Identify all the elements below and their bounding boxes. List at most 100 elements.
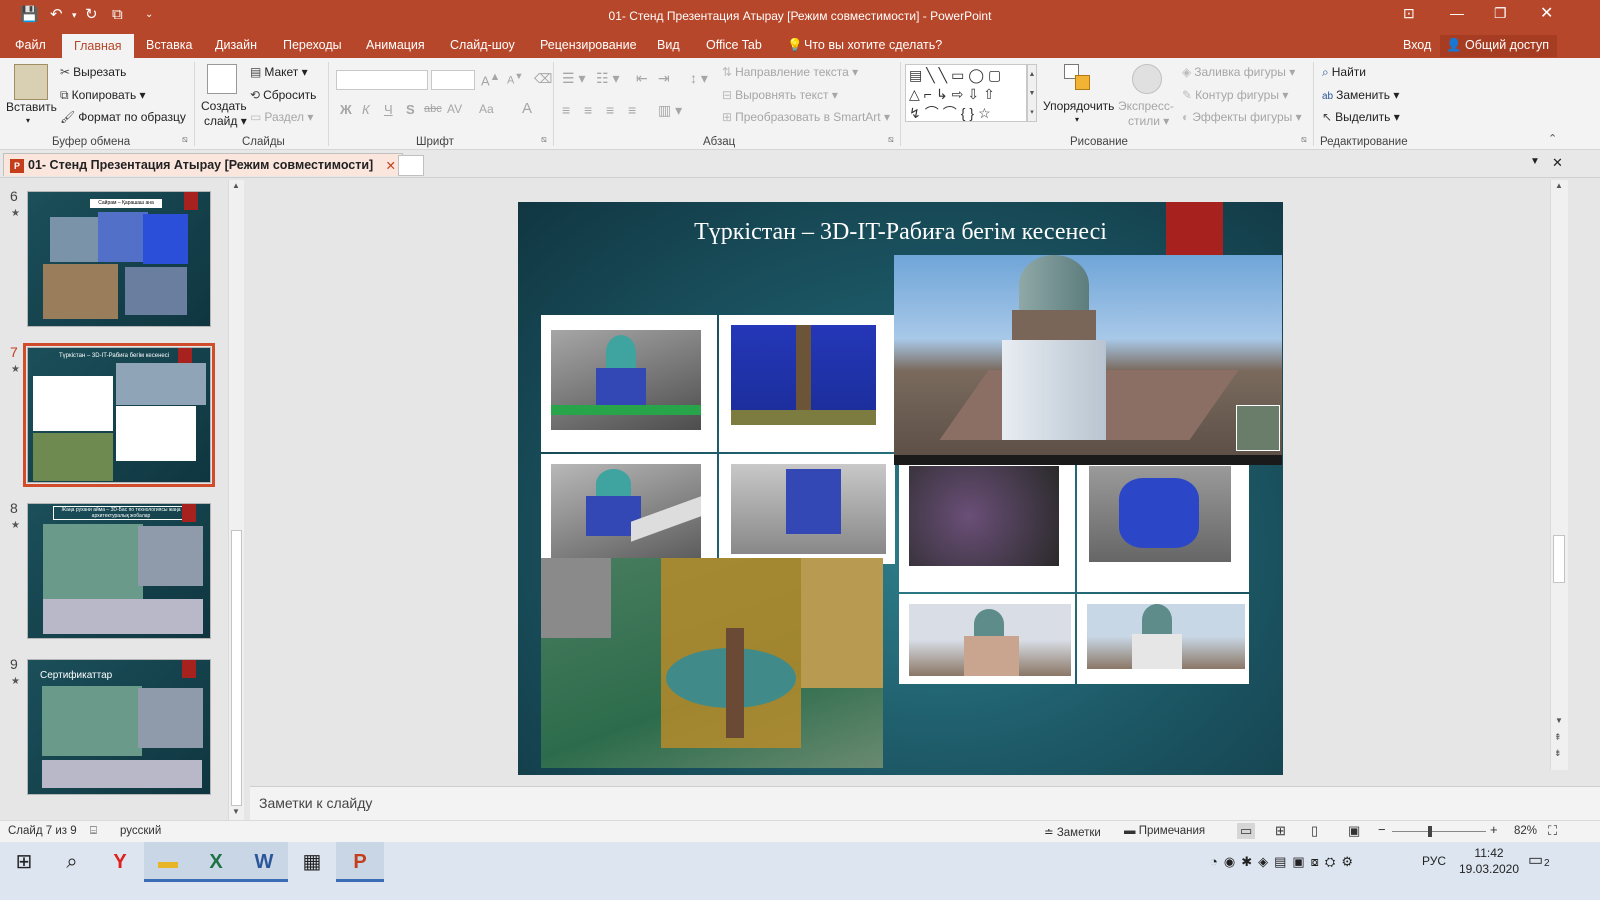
tab-review[interactable]: Рецензирование xyxy=(540,38,637,52)
align-text-button[interactable]: ⊟ Выровнять текст ▾ xyxy=(722,88,838,102)
bold-button[interactable]: Ж xyxy=(340,102,352,117)
thumbnails-scrollbar[interactable]: ▲ ▼ xyxy=(228,180,244,820)
new-slide-button[interactable]: Создать xyxy=(201,99,247,113)
thumbnails-scroll-thumb[interactable] xyxy=(231,530,242,806)
zoom-in-icon[interactable]: + xyxy=(1490,822,1498,837)
format-painter-button[interactable]: 🖌 Формат по образцу xyxy=(60,110,186,124)
excel-icon[interactable]: X xyxy=(192,842,240,882)
collapse-ribbon-icon[interactable]: ⌃ xyxy=(1548,132,1557,145)
new-document-tab[interactable] xyxy=(398,155,424,176)
paste-button[interactable]: Вставить xyxy=(6,100,57,114)
file-explorer-icon[interactable]: ▬ xyxy=(144,842,192,882)
zoom-level[interactable]: 82% xyxy=(1514,825,1537,837)
strikethrough-button[interactable]: abc xyxy=(424,103,442,115)
close-icon[interactable]: ✕ xyxy=(1540,3,1553,23)
font-launcher-icon[interactable]: ⧅ xyxy=(541,134,547,145)
collage-cell[interactable] xyxy=(541,315,717,452)
align-left-icon[interactable]: ≡ xyxy=(562,102,570,118)
tray-icons[interactable]: ◔◉✱◈▤▣⧇⛭⚙ xyxy=(1210,854,1359,870)
shadow-button[interactable]: S xyxy=(406,102,415,117)
shapes-gallery[interactable]: ▤╲╲▭◯▢ △⌐↳⇨⇩⇧ ↯⌒⌒{}☆ xyxy=(905,64,1027,122)
font-color-button[interactable]: A xyxy=(522,100,532,117)
slide-thumbnail-7[interactable]: Түркістан – 3D-IT-Рабиға бегім кесенесі xyxy=(23,343,215,487)
fit-slide-icon[interactable]: ⛶ xyxy=(1548,823,1557,839)
collage-cell[interactable] xyxy=(719,315,895,452)
action-center-icon[interactable]: ▭ xyxy=(1528,850,1543,870)
drawing-launcher-icon[interactable]: ⧅ xyxy=(1301,134,1307,145)
scroll-up-icon[interactable]: ▲ xyxy=(1555,181,1563,190)
text-direction-button[interactable]: ⇅ Направление текста ▾ xyxy=(722,65,858,79)
zoom-out-icon[interactable]: − xyxy=(1378,822,1386,837)
document-tab-close-icon[interactable]: ✕ xyxy=(386,158,396,173)
word-icon[interactable]: W xyxy=(240,842,288,882)
tab-design[interactable]: Дизайн xyxy=(215,38,257,52)
current-slide[interactable]: Түркістан – 3D-IT-Рабиға бегім кесенесі xyxy=(518,202,1283,775)
bullets-icon[interactable]: ☰ ▾ xyxy=(562,70,585,87)
tab-office-tab[interactable]: Office Tab xyxy=(706,38,762,52)
cad-model-image[interactable] xyxy=(541,558,883,768)
tab-animations[interactable]: Анимация xyxy=(366,38,425,52)
shape-effects-button[interactable]: ◐ Эффекты фигуры ▾ xyxy=(1182,110,1302,124)
calculator-icon[interactable]: ▦ xyxy=(288,842,336,882)
replace-button[interactable]: ab Заменить ▾ xyxy=(1322,88,1399,102)
section-button[interactable]: ▭ Раздел ▾ xyxy=(250,110,313,124)
spellcheck-icon[interactable]: ⌸ xyxy=(90,825,97,838)
scroll-up-icon[interactable]: ▲ xyxy=(232,181,240,190)
decrease-indent-icon[interactable]: ⇤ xyxy=(636,70,648,87)
editor-scrollbar[interactable]: ▲ ▼ ⇞ ⇟ xyxy=(1550,180,1568,770)
select-button[interactable]: ↖ Выделить ▾ xyxy=(1322,110,1400,124)
paste-icon[interactable] xyxy=(14,64,48,100)
comments-toggle-button[interactable]: ▬ Примечания xyxy=(1124,825,1205,837)
shape-fill-button[interactable]: ◈ Заливка фигуры ▾ xyxy=(1182,65,1295,79)
quick-styles-button[interactable]: Экспресс- xyxy=(1118,99,1174,113)
collage-cell[interactable] xyxy=(541,454,717,564)
slide-thumbnail-6[interactable]: Сайрам – Қарашаш ана кесенесі xyxy=(27,191,211,327)
paste-dropdown-icon[interactable]: ▾ xyxy=(26,116,30,125)
notes-toggle-button[interactable]: ≐ Заметки xyxy=(1044,825,1101,839)
arrange-icon[interactable] xyxy=(1064,64,1092,92)
tab-list-dropdown-icon[interactable]: ▼ xyxy=(1530,156,1540,167)
cut-button[interactable]: ✂ Вырезать xyxy=(60,65,126,79)
quick-styles-button-line2[interactable]: стили ▾ xyxy=(1128,114,1169,128)
ribbon-display-options-icon[interactable]: ⊡ xyxy=(1403,5,1415,22)
share-button[interactable]: 👤 Общий доступ xyxy=(1440,35,1558,57)
collage-cell[interactable] xyxy=(899,594,1075,684)
minimize-icon[interactable]: — xyxy=(1450,5,1464,21)
arrange-dropdown-icon[interactable]: ▾ xyxy=(1075,115,1079,124)
document-tab[interactable]: P 01- Стенд Презентация Атырау [Режим сов… xyxy=(3,153,403,176)
reset-button[interactable]: ⟲ Сбросить xyxy=(250,88,316,102)
new-slide-button-line2[interactable]: слайд ▾ xyxy=(204,114,247,128)
shape-outline-button[interactable]: ✎ Контур фигуры ▾ xyxy=(1182,88,1288,102)
editor-scroll-thumb[interactable] xyxy=(1553,535,1565,583)
zoom-slider-thumb[interactable] xyxy=(1428,826,1432,837)
collage-cell[interactable] xyxy=(1077,464,1249,592)
zoom-slider-track[interactable] xyxy=(1392,831,1486,832)
tab-file[interactable]: Файл xyxy=(15,38,46,52)
arrange-button[interactable]: Упорядочить xyxy=(1043,99,1114,113)
mausoleum-render-image[interactable] xyxy=(894,255,1282,465)
collage-cell[interactable] xyxy=(899,464,1075,592)
slide-title[interactable]: Түркістан – 3D-IT-Рабиға бегім кесенесі xyxy=(518,219,1283,246)
quick-styles-icon[interactable] xyxy=(1132,64,1162,94)
new-slide-icon[interactable] xyxy=(207,64,237,94)
change-case-button[interactable]: Aa xyxy=(479,102,494,116)
reading-view-icon[interactable]: ▯ xyxy=(1311,823,1318,839)
paragraph-launcher-icon[interactable]: ⧅ xyxy=(888,134,894,145)
char-spacing-button[interactable]: AV xyxy=(447,102,462,116)
scroll-down-icon[interactable]: ▼ xyxy=(1555,716,1563,725)
tab-transitions[interactable]: Переходы xyxy=(283,38,342,52)
tell-me-search[interactable]: Что вы хотите сделать? xyxy=(804,38,942,52)
align-right-icon[interactable]: ≡ xyxy=(606,102,614,118)
tab-view[interactable]: Вид xyxy=(657,38,680,52)
tab-insert[interactable]: Вставка xyxy=(146,38,192,52)
font-name-combo[interactable] xyxy=(336,70,428,90)
slide-thumbnail-8[interactable]: Жаңа рухани айма – 3D-Бас по технологияс… xyxy=(27,503,211,639)
clipboard-launcher-icon[interactable]: ⧅ xyxy=(182,134,188,145)
yandex-browser-icon[interactable]: Y xyxy=(96,842,144,882)
taskbar-search-icon[interactable]: ⌕ xyxy=(48,842,96,882)
tab-home[interactable]: Главная xyxy=(62,34,134,58)
slideshow-view-icon[interactable]: ▣ xyxy=(1348,823,1360,839)
grow-font-icon[interactable]: A▲ xyxy=(481,71,500,88)
restore-icon[interactable]: ❐ xyxy=(1494,5,1507,22)
layout-button[interactable]: ▤ Макет ▾ xyxy=(250,65,308,79)
